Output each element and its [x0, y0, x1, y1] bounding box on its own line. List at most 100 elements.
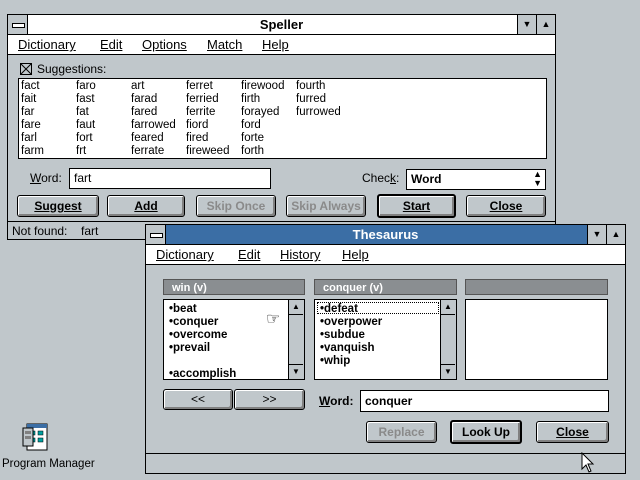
check-dropdown[interactable]: Word ▲ ▼: [406, 169, 546, 190]
suggestions-label: Suggestions:: [37, 62, 107, 76]
suggestion-item[interactable]: fait: [21, 93, 36, 106]
synonym-item[interactable]: •subdue: [320, 329, 365, 342]
scroll-up-arrow-icon[interactable]: ▲: [289, 300, 303, 315]
system-menu-button[interactable]: [8, 15, 28, 34]
suggestion-item[interactable]: forayed: [241, 106, 279, 119]
minimize-button[interactable]: ▼: [517, 15, 536, 34]
speller-menu-bar: Dictionary Edit Options Match Help: [8, 35, 555, 55]
suggestion-item[interactable]: fort: [76, 132, 93, 145]
suggestion-item[interactable]: forth: [241, 145, 264, 158]
thesaurus-window: Thesaurus ▼ ▲ Dictionary Edit History He…: [145, 224, 626, 474]
suggestion-item[interactable]: farm: [21, 145, 44, 158]
meaning-list[interactable]: •beat •conquer •overcome •prevail •accomplis…: [163, 299, 305, 380]
suggestion-item[interactable]: feared: [131, 132, 164, 145]
synonym-item[interactable]: •defeat: [320, 303, 358, 316]
suggestion-item[interactable]: fired: [186, 132, 208, 145]
menu-edit[interactable]: Edit: [100, 35, 122, 54]
meaning-item[interactable]: •prevail: [169, 342, 210, 355]
meaning-scrollbar[interactable]: ▲ ▼: [288, 300, 304, 379]
maximize-button[interactable]: ▲: [536, 15, 555, 34]
menu-help[interactable]: Help: [342, 245, 369, 264]
suggestion-item[interactable]: farad: [131, 93, 157, 106]
suggestion-item[interactable]: fat: [76, 106, 89, 119]
check-dropdown-value: Word: [411, 172, 442, 186]
third-list[interactable]: [465, 299, 608, 380]
thesaurus-close-button[interactable]: Close: [536, 421, 609, 443]
synonym-list[interactable]: •defeat •overpower •subdue •vanquish •whip ▲…: [314, 299, 457, 380]
replace-button[interactable]: Replace: [366, 421, 437, 443]
speller-title-bar[interactable]: Speller: [8, 15, 555, 35]
thesaurus-title: Thesaurus: [352, 227, 419, 242]
thesaurus-status-bar: [146, 453, 625, 474]
suggestion-item[interactable]: firth: [241, 93, 260, 106]
speller-close-button[interactable]: Close: [466, 195, 546, 217]
suggestions-grid: fact fait far fare farl farm faro fast fat faut fo…: [21, 80, 541, 158]
suggestion-item[interactable]: fared: [131, 106, 157, 119]
menu-match[interactable]: Match: [207, 35, 242, 54]
synonym-item[interactable]: •whip: [320, 355, 350, 368]
suggestion-item[interactable]: furred: [296, 93, 326, 106]
meaning-item[interactable]: •overcome: [169, 329, 227, 342]
program-manager-icon[interactable]: [21, 422, 53, 454]
suggestion-item[interactable]: frt: [76, 145, 86, 158]
suggestion-item[interactable]: art: [131, 80, 144, 93]
suggestion-item[interactable]: furrowed: [296, 106, 341, 119]
mouse-pointer-icon: [581, 452, 595, 473]
menu-edit[interactable]: Edit: [238, 245, 260, 264]
synonym-item[interactable]: •vanquish: [320, 342, 375, 355]
scroll-down-arrow-icon[interactable]: ▼: [441, 364, 455, 379]
skip-once-button[interactable]: Skip Once: [196, 195, 276, 217]
word-input[interactable]: conquer: [360, 390, 609, 412]
suggestions-list[interactable]: fact fait far fare farl farm faro fast fat faut fo…: [18, 78, 547, 159]
suggestion-item[interactable]: faro: [76, 80, 96, 93]
suggestion-item[interactable]: fast: [76, 93, 95, 106]
word-label: Word:: [319, 394, 354, 408]
meaning-panel-header: win (v): [163, 279, 305, 295]
meaning-item[interactable]: •conquer: [169, 316, 218, 329]
word-input[interactable]: fart: [69, 168, 271, 189]
suggestion-item[interactable]: fourth: [296, 80, 325, 93]
suggestion-item[interactable]: fireweed: [186, 145, 229, 158]
suggestion-item[interactable]: ferrite: [186, 106, 215, 119]
suggest-button[interactable]: Suggest: [17, 195, 99, 217]
suggestion-item[interactable]: far: [21, 106, 34, 119]
synonym-item[interactable]: •overpower: [320, 316, 382, 329]
suggestion-item[interactable]: ford: [241, 119, 261, 132]
start-button[interactable]: Start: [377, 194, 456, 218]
suggestion-item[interactable]: fact: [21, 80, 40, 93]
menu-options[interactable]: Options: [142, 35, 187, 54]
history-forward-button[interactable]: >>: [234, 389, 305, 410]
meaning-item[interactable]: •accomplish: [169, 368, 236, 381]
maximize-button[interactable]: ▲: [606, 225, 625, 244]
suggestion-item[interactable]: faut: [76, 119, 95, 132]
suggestion-item[interactable]: forte: [241, 132, 264, 145]
suggestions-checkbox[interactable]: [20, 63, 32, 75]
menu-help[interactable]: Help: [262, 35, 289, 54]
suggestion-item[interactable]: ferret: [186, 80, 213, 93]
suggestion-item[interactable]: fare: [21, 119, 41, 132]
suggestion-item[interactable]: ferried: [186, 93, 219, 106]
meaning-item[interactable]: •beat: [169, 303, 197, 316]
synonym-scrollbar[interactable]: ▲ ▼: [440, 300, 456, 379]
menu-dictionary[interactable]: Dictionary: [18, 35, 76, 54]
suggestion-item[interactable]: farl: [21, 132, 37, 145]
speller-title: Speller: [259, 17, 304, 32]
suggestion-item[interactable]: farrowed: [131, 119, 176, 132]
suggestion-item[interactable]: ferrate: [131, 145, 164, 158]
menu-history[interactable]: History: [280, 245, 320, 264]
scroll-up-arrow-icon[interactable]: ▲: [441, 300, 455, 315]
thesaurus-title-bar[interactable]: Thesaurus: [146, 225, 625, 245]
skip-always-button[interactable]: Skip Always: [286, 195, 366, 217]
third-panel-header: [465, 279, 608, 295]
add-button[interactable]: Add: [107, 195, 185, 217]
pointing-hand-icon: ☞: [266, 311, 281, 328]
minimize-button[interactable]: ▼: [587, 225, 606, 244]
program-manager-icon-graphic: [22, 423, 48, 451]
suggestion-item[interactable]: fiord: [186, 119, 208, 132]
system-menu-button[interactable]: [146, 225, 166, 244]
menu-dictionary[interactable]: Dictionary: [156, 245, 214, 264]
look-up-button[interactable]: Look Up: [450, 420, 522, 444]
suggestion-item[interactable]: firewood: [241, 80, 284, 93]
history-back-button[interactable]: <<: [163, 389, 233, 410]
scroll-down-arrow-icon[interactable]: ▼: [289, 364, 303, 379]
